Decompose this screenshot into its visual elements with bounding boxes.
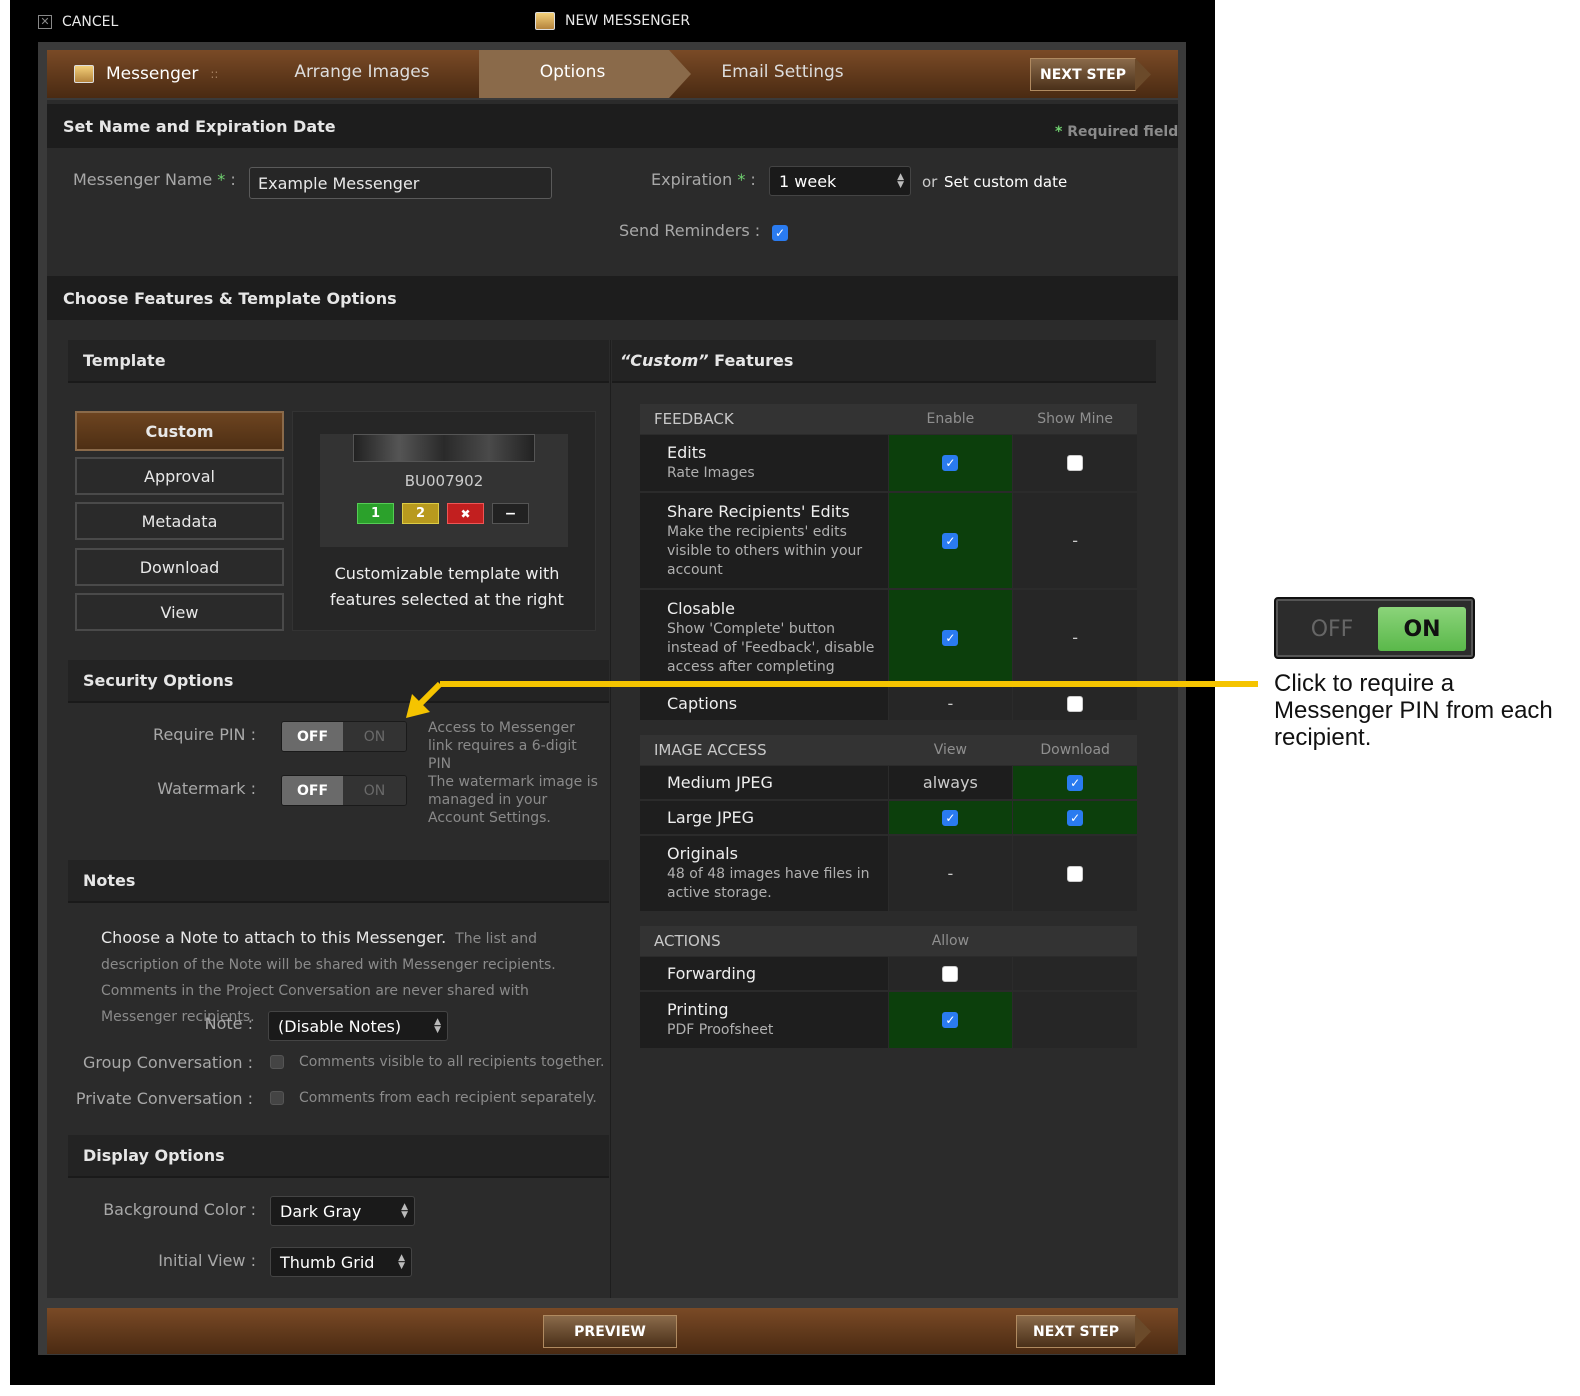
group-conversation-checkbox[interactable] bbox=[270, 1055, 284, 1069]
group-conversation-label: Group Conversation : bbox=[82, 1053, 253, 1072]
or-label: or bbox=[922, 173, 938, 191]
preview-thumbnail bbox=[353, 434, 535, 462]
private-conversation-checkbox[interactable] bbox=[270, 1091, 284, 1105]
rating-none: − bbox=[492, 503, 529, 524]
notes-header: Notes bbox=[68, 860, 609, 903]
template-approval-button[interactable]: Approval bbox=[75, 457, 284, 495]
closable-enable-checkbox[interactable]: ✓ bbox=[942, 629, 959, 646]
originals-download-checkbox[interactable] bbox=[1067, 865, 1084, 882]
group-conversation-help: Comments visible to all recipients toget… bbox=[299, 1054, 605, 1070]
send-reminders-checkbox[interactable]: ✓ bbox=[772, 225, 788, 241]
updown-icon: ▲ ▼ bbox=[401, 1202, 408, 1220]
template-header: Template bbox=[68, 340, 609, 383]
template-download-button[interactable]: Download bbox=[75, 548, 284, 586]
forwarding-allow-checkbox[interactable] bbox=[942, 965, 959, 982]
watermark-toggle[interactable]: OFF ON bbox=[281, 775, 407, 806]
action-row-printing: Printing PDF Proofsheet ✓ bbox=[640, 992, 1137, 1048]
feedback-table-header: FEEDBACK Enable Show Mine bbox=[640, 404, 1137, 434]
set-custom-date-link[interactable]: Set custom date bbox=[944, 173, 1067, 191]
private-conversation-help: Comments from each recipient separately. bbox=[299, 1090, 597, 1106]
preview-image-id: BU007902 bbox=[404, 472, 484, 490]
feature-row-edits: Edits Rate Images ✓ bbox=[640, 435, 1137, 491]
callout-toggle-example: OFF ON bbox=[1274, 597, 1475, 659]
tab-arrange-images[interactable]: Arrange Images bbox=[262, 62, 462, 82]
edits-show-mine-checkbox[interactable] bbox=[1067, 455, 1084, 471]
expiration-label: Expiration * : bbox=[651, 170, 756, 189]
actions-table-header: ACTIONS Allow bbox=[640, 926, 1137, 956]
close-icon: ✕ bbox=[38, 15, 52, 29]
access-row-large-jpeg: Large JPEG ✓ ✓ bbox=[640, 801, 1137, 834]
updown-icon: ▲ ▼ bbox=[897, 172, 904, 190]
cancel-button[interactable]: ✕ CANCEL bbox=[38, 12, 118, 32]
private-conversation-label: Private Conversation : bbox=[75, 1089, 253, 1108]
window-title: NEW MESSENGER bbox=[535, 10, 690, 32]
preview-button[interactable]: PREVIEW bbox=[543, 1315, 677, 1348]
template-view-button[interactable]: View bbox=[75, 593, 284, 631]
required-note: * Required field bbox=[1055, 124, 1179, 140]
rating-yellow: 2 bbox=[402, 503, 439, 524]
next-arrow-icon bbox=[1135, 1315, 1151, 1348]
custom-features-header: “Custom” Features bbox=[612, 340, 1156, 383]
expiration-select[interactable]: 1 week ▲ ▼ bbox=[769, 166, 911, 196]
tab-email-settings[interactable]: Email Settings bbox=[690, 62, 875, 82]
access-row-originals: Originals 48 of 48 images have files in a… bbox=[640, 836, 1137, 911]
background-color-label: Background Color : bbox=[103, 1200, 256, 1219]
note-label: Note : bbox=[204, 1014, 253, 1033]
rating-red-thumbs-down-icon: ✖ bbox=[447, 503, 484, 524]
template-custom-button[interactable]: Custom bbox=[75, 411, 284, 451]
large-jpeg-download-checkbox[interactable]: ✓ bbox=[1067, 809, 1084, 826]
messenger-name-label: Messenger Name * : bbox=[73, 170, 236, 189]
callout-arrow bbox=[406, 681, 1258, 718]
medium-jpeg-download-checkbox[interactable]: ✓ bbox=[1067, 774, 1084, 791]
action-row-forwarding: Forwarding bbox=[640, 957, 1137, 990]
messenger-icon bbox=[74, 65, 94, 83]
callout-text: Click to require a Messenger PIN from ea… bbox=[1274, 670, 1553, 751]
updown-icon: ▲ ▼ bbox=[434, 1017, 441, 1035]
watermark-label: Watermark : bbox=[157, 779, 256, 798]
wizard-brand: Messenger :: bbox=[74, 61, 218, 87]
tab-options[interactable]: Options bbox=[480, 62, 665, 82]
send-reminders-label: Send Reminders : bbox=[619, 221, 761, 240]
next-step-button[interactable]: NEXT STEP bbox=[1030, 58, 1136, 91]
edits-enable-checkbox[interactable]: ✓ bbox=[942, 455, 959, 471]
large-jpeg-view-checkbox[interactable]: ✓ bbox=[942, 809, 959, 826]
updown-icon: ▲ ▼ bbox=[398, 1253, 405, 1271]
messenger-name-input[interactable]: Example Messenger bbox=[249, 167, 552, 199]
image-access-table-header: IMAGE ACCESS View Download bbox=[640, 735, 1137, 765]
note-select[interactable]: (Disable Notes) ▲ ▼ bbox=[268, 1011, 448, 1041]
initial-view-label: Initial View : bbox=[158, 1251, 256, 1270]
cancel-label: CANCEL bbox=[62, 14, 119, 30]
printing-allow-checkbox[interactable]: ✓ bbox=[942, 1012, 959, 1028]
section-features: Choose Features & Template Options bbox=[47, 276, 1178, 320]
footer-next-step-button[interactable]: NEXT STEP bbox=[1016, 1315, 1136, 1348]
require-pin-help: Access to Messenger link requires a 6-di… bbox=[428, 720, 577, 772]
share-edits-enable-checkbox[interactable]: ✓ bbox=[942, 532, 959, 549]
require-pin-label: Require PIN : bbox=[153, 725, 256, 744]
column-divider bbox=[610, 340, 611, 1298]
next-arrow-icon bbox=[1135, 58, 1151, 91]
require-pin-toggle[interactable]: OFF ON bbox=[281, 721, 407, 752]
template-metadata-button[interactable]: Metadata bbox=[75, 502, 284, 540]
template-description: Customizable template with features sele… bbox=[330, 564, 564, 609]
messenger-icon bbox=[535, 12, 555, 30]
feature-row-share-edits: Share Recipients' Edits Make the recipien… bbox=[640, 493, 1137, 588]
initial-view-select[interactable]: Thumb Grid ▲ ▼ bbox=[270, 1247, 412, 1277]
access-row-medium-jpeg: Medium JPEG always ✓ bbox=[640, 766, 1137, 799]
watermark-help: The watermark image is managed in your A… bbox=[428, 774, 598, 826]
display-header: Display Options bbox=[68, 1135, 609, 1178]
section-name-expiration: Set Name and Expiration Date bbox=[47, 104, 1178, 148]
background-color-select[interactable]: Dark Gray ▲ ▼ bbox=[270, 1196, 415, 1226]
rating-green: 1 bbox=[357, 503, 394, 524]
